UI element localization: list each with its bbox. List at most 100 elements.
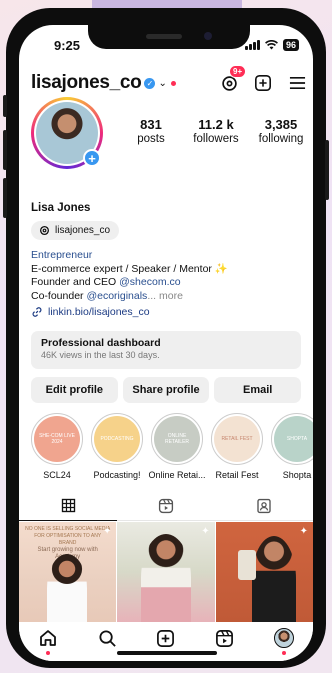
notch-speaker [146,34,182,39]
profile-header: lisajones_co ✓ ⌄ 9+ [31,65,307,96]
post-person-image [141,534,192,622]
profile-actions: Edit profile Share profile Email [31,377,302,403]
highlight-label: Shopta [282,470,312,480]
threads-button[interactable]: 9+ [219,65,247,93]
posts-label: posts [137,133,165,145]
following-label: following [258,133,304,145]
highlight-item[interactable]: RETAIL FEST Retail Fest [211,413,263,480]
post-thumbnail[interactable]: ✦ [215,522,313,622]
nav-profile[interactable] [272,626,296,655]
phone-volume-down [3,178,7,218]
highlight-item[interactable]: SHE-COM LIVE 2024 SCL24 [31,413,83,480]
profile-link[interactable]: linkin.bio/lisajones_co [31,306,150,318]
stat-following[interactable]: 3,385 following [251,117,311,145]
followers-count: 11.2 k [198,117,234,132]
notification-dot [170,80,176,86]
pin-icon: ✦ [201,526,210,537]
post-person-image [47,554,87,622]
threads-profile-link[interactable]: lisajones_co [31,221,120,240]
create-button[interactable] [253,73,273,93]
professional-dashboard[interactable]: Professional dashboard 46K views in the … [31,331,301,369]
menu-button[interactable] [287,73,307,93]
profile-stats: 831 posts 11.2 k followers 3,385 followi… [121,117,311,145]
wifi-icon [265,40,278,50]
threads-notification-badge: 9+ [229,65,247,78]
highlight-label: Retail Fest [215,470,259,480]
story-highlights: SHE-COM LIVE 2024 SCL24 PODCASTING Podca… [27,413,313,483]
reels-icon [158,498,174,513]
posts-grid: NO ONE IS SELLING SOCIAL MEDIA FOR OPTIM… [19,522,313,622]
bio-more-link[interactable]: ... more [147,290,183,302]
highlight-item[interactable]: ONLINE RETAILER Online Retai... [148,413,206,480]
highlight-item[interactable]: SHOPTA Shopta [271,413,313,480]
mention-ecoriginals[interactable]: @ecoriginals [86,290,147,302]
bio-line-3-text: Co-founder [31,289,87,302]
nav-create[interactable] [154,626,178,650]
verified-badge-icon: ✓ [144,77,156,89]
share-profile-button[interactable]: Share profile [122,377,210,403]
username[interactable]: lisajones_co [31,72,142,94]
post-person-image [251,536,296,622]
nav-search[interactable] [95,626,119,650]
link-icon [32,307,42,317]
pin-icon: ✦ [299,526,308,537]
tab-tagged[interactable] [215,491,313,520]
highlight-label: Online Retai... [148,470,206,480]
profile-notification-dot [281,651,286,655]
threads-logo-icon [39,225,50,236]
category-label: Entrepreneur [31,249,93,261]
bio-line-2-text: Founder and CEO [31,276,120,288]
stat-posts[interactable]: 831 posts [121,117,181,145]
home-notification-dot [46,651,51,655]
bio-line-3: Co-founder @ecoriginals... more [31,290,301,304]
nav-reels[interactable] [213,626,237,650]
posts-count: 831 [140,117,162,132]
pin-icon: ✦ [102,526,112,537]
plus-square-icon [254,74,272,92]
hamburger-menu-icon [289,76,305,90]
reels-nav-icon [216,629,234,647]
tab-posts-grid[interactable] [19,491,117,521]
mention-shecom[interactable]: @shecom.co [119,276,180,288]
following-count: 3,385 [264,117,298,132]
post-thumbnail[interactable]: NO ONE IS SELLING SOCIAL MEDIA FOR OPTIM… [19,522,117,622]
content-tabs [19,491,313,521]
highlight-item[interactable]: PODCASTING Podcasting! [91,413,143,480]
phone-notch [88,25,250,49]
phone-volume-up [3,130,7,170]
phone-power-button [325,140,329,200]
dashboard-subtitle: 46K views in the last 30 days. [41,350,160,360]
edit-profile-button[interactable]: Edit profile [31,377,118,403]
bottom-navigation [19,622,313,661]
create-post-icon [157,629,175,647]
notch-camera [204,32,212,40]
cellular-signal-icon [244,40,260,50]
highlight-cover: SHOPTA [274,416,313,462]
highlight-cover: SHE-COM LIVE 2024 [34,416,80,462]
post-thumbnail[interactable]: ✦ [117,522,215,622]
highlight-cover: RETAIL FEST [214,416,260,462]
phone-mute-switch [3,95,7,117]
stat-followers[interactable]: 11.2 k followers [186,117,246,145]
search-icon [99,629,116,647]
highlight-cover: ONLINE RETAILER [154,416,200,462]
post-award-object [237,550,256,580]
bio: Entrepreneur E-commerce expert / Speaker… [31,249,301,303]
threads-handle: lisajones_co [55,225,111,236]
add-story-icon[interactable]: + [83,149,101,167]
phone-screen: 9:25 96 lisajones_co ✓ ⌄ 9+ + 831 posts … [19,25,313,661]
nav-home[interactable] [36,626,60,655]
display-name: Lisa Jones [31,202,91,214]
home-indicator[interactable] [117,651,217,655]
tagged-person-icon [257,498,271,513]
tab-reels[interactable] [117,491,215,520]
followers-label: followers [193,133,239,145]
bio-line-2: Founder and CEO @shecom.co [31,276,301,290]
highlight-cover: PODCASTING [94,416,140,462]
highlight-label: Podcasting! [93,470,141,480]
chevron-down-icon[interactable]: ⌄ [158,78,166,89]
grid-icon [61,498,75,513]
email-button[interactable]: Email [214,377,302,403]
highlight-label: SCL24 [43,470,71,480]
profile-avatar-icon [273,628,294,648]
